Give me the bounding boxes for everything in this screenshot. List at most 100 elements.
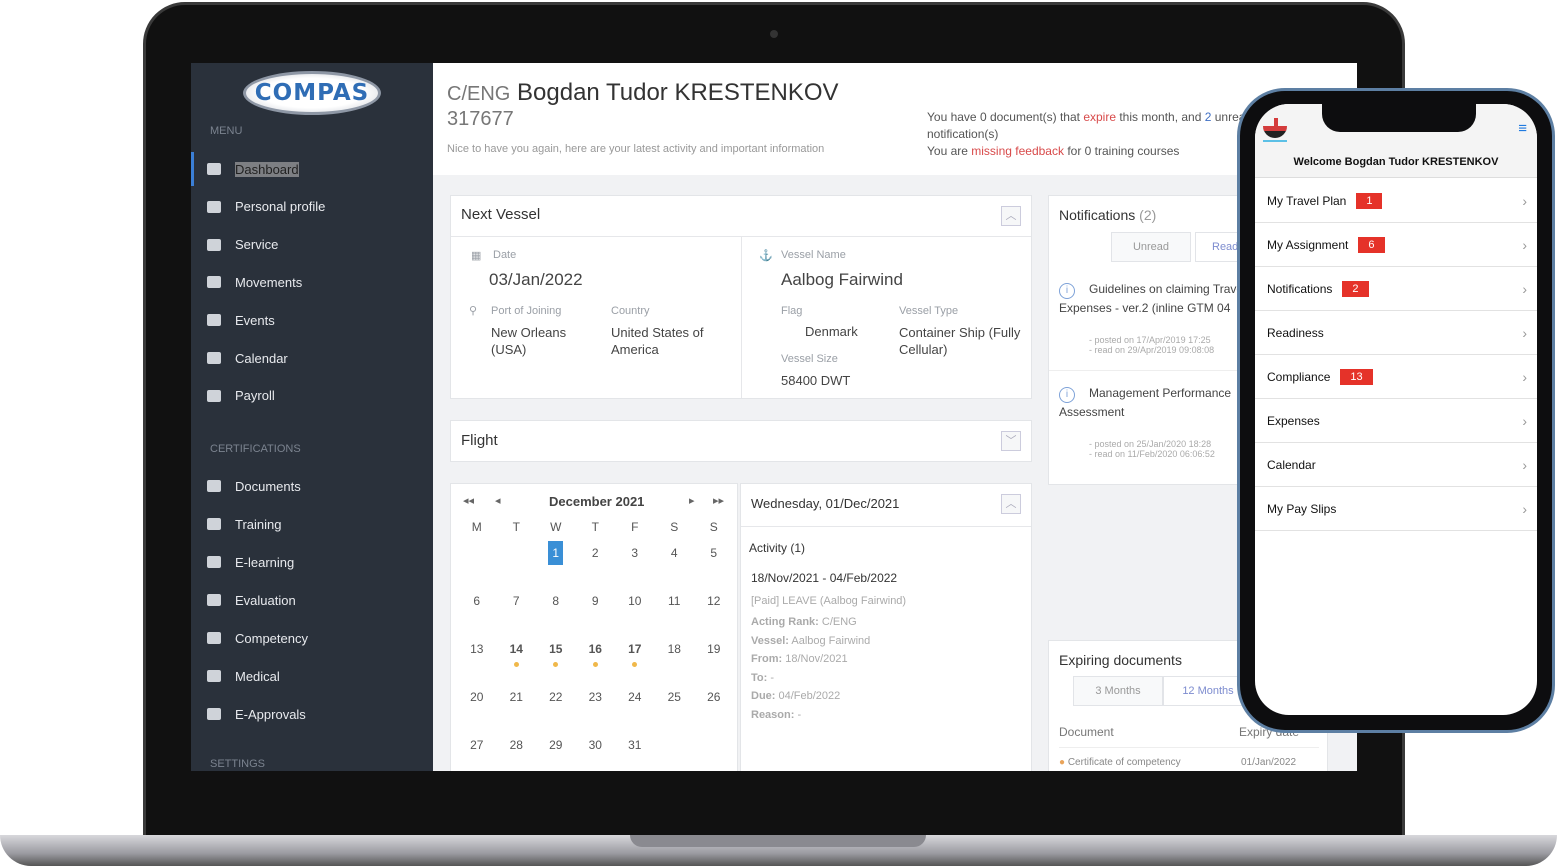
- calendar-day[interactable]: 3: [615, 538, 655, 586]
- day-number[interactable]: 31: [628, 738, 641, 752]
- day-number[interactable]: 7: [513, 594, 520, 608]
- missing-feedback-link[interactable]: missing feedback: [971, 144, 1064, 158]
- day-number[interactable]: 8: [552, 594, 559, 608]
- tab-unread[interactable]: Unread: [1111, 232, 1191, 262]
- phone-menu-compliance[interactable]: Compliance 13 ›: [1255, 355, 1537, 399]
- calendar-day[interactable]: 9: [576, 586, 616, 634]
- prev-month-button[interactable]: ◂: [495, 494, 501, 507]
- calendar-day[interactable]: 16: [576, 634, 616, 682]
- day-number[interactable]: 1: [548, 541, 564, 565]
- calendar-day[interactable]: 13: [457, 634, 497, 682]
- day-number[interactable]: 4: [671, 546, 678, 560]
- calendar-day[interactable]: 30: [576, 730, 616, 771]
- day-number[interactable]: 19: [707, 642, 720, 656]
- tab-3-months[interactable]: 3 Months: [1073, 676, 1163, 706]
- sidebar-item-calendar[interactable]: Calendar: [191, 341, 433, 375]
- day-number[interactable]: 23: [589, 690, 602, 704]
- expand-button[interactable]: ﹀: [1001, 431, 1021, 451]
- day-number[interactable]: 17: [628, 642, 641, 656]
- calendar-day[interactable]: 23: [576, 682, 616, 730]
- calendar-day[interactable]: 24: [615, 682, 655, 730]
- expire-link[interactable]: expire: [1083, 110, 1116, 124]
- phone-menu-my-travel-plan[interactable]: My Travel Plan 1 ›: [1255, 179, 1537, 223]
- sidebar-item-documents[interactable]: Documents: [191, 469, 433, 503]
- calendar-day[interactable]: 17: [615, 634, 655, 682]
- sidebar-item-payroll[interactable]: Payroll: [191, 379, 433, 413]
- sidebar-item-movements[interactable]: Movements: [191, 265, 433, 299]
- sidebar-item-competency[interactable]: Competency: [191, 621, 433, 655]
- sidebar-item-events[interactable]: Events: [191, 303, 433, 337]
- day-number[interactable]: 22: [549, 690, 562, 704]
- notification-item[interactable]: i Management Performance Assessment - post…: [1059, 384, 1247, 459]
- calendar-day[interactable]: 10: [615, 586, 655, 634]
- day-number[interactable]: 13: [470, 642, 483, 656]
- calendar-day[interactable]: 7: [497, 586, 537, 634]
- next-month-button[interactable]: ▸: [689, 494, 695, 507]
- day-number[interactable]: 6: [473, 594, 480, 608]
- day-number[interactable]: 2: [592, 546, 599, 560]
- calendar-day[interactable]: 14: [497, 634, 537, 682]
- calendar-day[interactable]: 11: [655, 586, 695, 634]
- day-number[interactable]: 26: [707, 690, 720, 704]
- calendar-day[interactable]: 6: [457, 586, 497, 634]
- calendar-day[interactable]: 20: [457, 682, 497, 730]
- day-number[interactable]: 25: [668, 690, 681, 704]
- calendar-day[interactable]: 8: [536, 586, 576, 634]
- calendar-day[interactable]: 4: [655, 538, 695, 586]
- calendar-day[interactable]: 29: [536, 730, 576, 771]
- calendar-day[interactable]: 18: [655, 634, 695, 682]
- hamburger-menu-icon[interactable]: ≡: [1518, 120, 1527, 137]
- calendar-day[interactable]: 27: [457, 730, 497, 771]
- phone-menu-notifications[interactable]: Notifications 2 ›: [1255, 267, 1537, 311]
- calendar-day[interactable]: 22: [536, 682, 576, 730]
- notification-item[interactable]: i Guidelines on claiming Travel Expenses …: [1049, 280, 1247, 371]
- day-number[interactable]: 24: [628, 690, 641, 704]
- collapse-button[interactable]: ︿: [1001, 494, 1021, 514]
- day-number[interactable]: 30: [589, 738, 602, 752]
- sidebar-item-e-approvals[interactable]: E-Approvals: [191, 697, 433, 731]
- calendar-day[interactable]: 25: [655, 682, 695, 730]
- phone-menu-calendar[interactable]: Calendar ›: [1255, 443, 1537, 487]
- phone-menu-my-pay-slips[interactable]: My Pay Slips ›: [1255, 487, 1537, 531]
- day-number[interactable]: 12: [707, 594, 720, 608]
- calendar-day[interactable]: 26: [694, 682, 734, 730]
- sidebar-item-personal-profile[interactable]: Personal profile: [191, 190, 433, 224]
- phone-menu-my-assignment[interactable]: My Assignment 6 ›: [1255, 223, 1537, 267]
- day-number[interactable]: 3: [631, 546, 638, 560]
- calendar-day[interactable]: 12: [694, 586, 734, 634]
- calendar-day[interactable]: 2: [576, 538, 616, 586]
- day-number[interactable]: 10: [628, 594, 641, 608]
- calendar-day[interactable]: 5: [694, 538, 734, 586]
- calendar-day[interactable]: 31: [615, 730, 655, 771]
- day-number[interactable]: 29: [549, 738, 562, 752]
- calendar-day[interactable]: 15: [536, 634, 576, 682]
- day-number[interactable]: 18: [668, 642, 681, 656]
- day-number[interactable]: 16: [589, 642, 602, 656]
- next-year-button[interactable]: ▸▸: [713, 494, 724, 507]
- day-number[interactable]: 11: [668, 594, 680, 608]
- collapse-button[interactable]: ︿: [1001, 206, 1021, 226]
- sidebar-item-service[interactable]: Service: [191, 228, 433, 262]
- day-number[interactable]: 15: [549, 642, 562, 656]
- day-number[interactable]: 20: [470, 690, 483, 704]
- day-number[interactable]: 9: [592, 594, 599, 608]
- phone-menu-expenses[interactable]: Expenses ›: [1255, 399, 1537, 443]
- calendar-day[interactable]: 1: [536, 538, 576, 586]
- weekday-header: S: [709, 520, 718, 534]
- day-number[interactable]: 5: [710, 546, 717, 560]
- prev-year-button[interactable]: ◂◂: [463, 494, 474, 507]
- day-number[interactable]: 21: [510, 690, 523, 704]
- day-number[interactable]: 14: [510, 642, 523, 656]
- phone-menu-readiness[interactable]: Readiness ›: [1255, 311, 1537, 355]
- sidebar-item-dashboard[interactable]: Dashboard: [191, 152, 433, 186]
- sidebar-item-medical[interactable]: Medical: [191, 659, 433, 693]
- calendar-day[interactable]: 19: [694, 634, 734, 682]
- sidebar-item-training[interactable]: Training: [191, 507, 433, 541]
- day-number[interactable]: 28: [510, 738, 523, 752]
- chevron-right-icon: ›: [1522, 500, 1527, 517]
- calendar-day[interactable]: 28: [497, 730, 537, 771]
- sidebar-item-e-learning[interactable]: E-learning: [191, 545, 433, 579]
- day-number[interactable]: 27: [470, 738, 483, 752]
- sidebar-item-evaluation[interactable]: Evaluation: [191, 583, 433, 617]
- calendar-day[interactable]: 21: [497, 682, 537, 730]
